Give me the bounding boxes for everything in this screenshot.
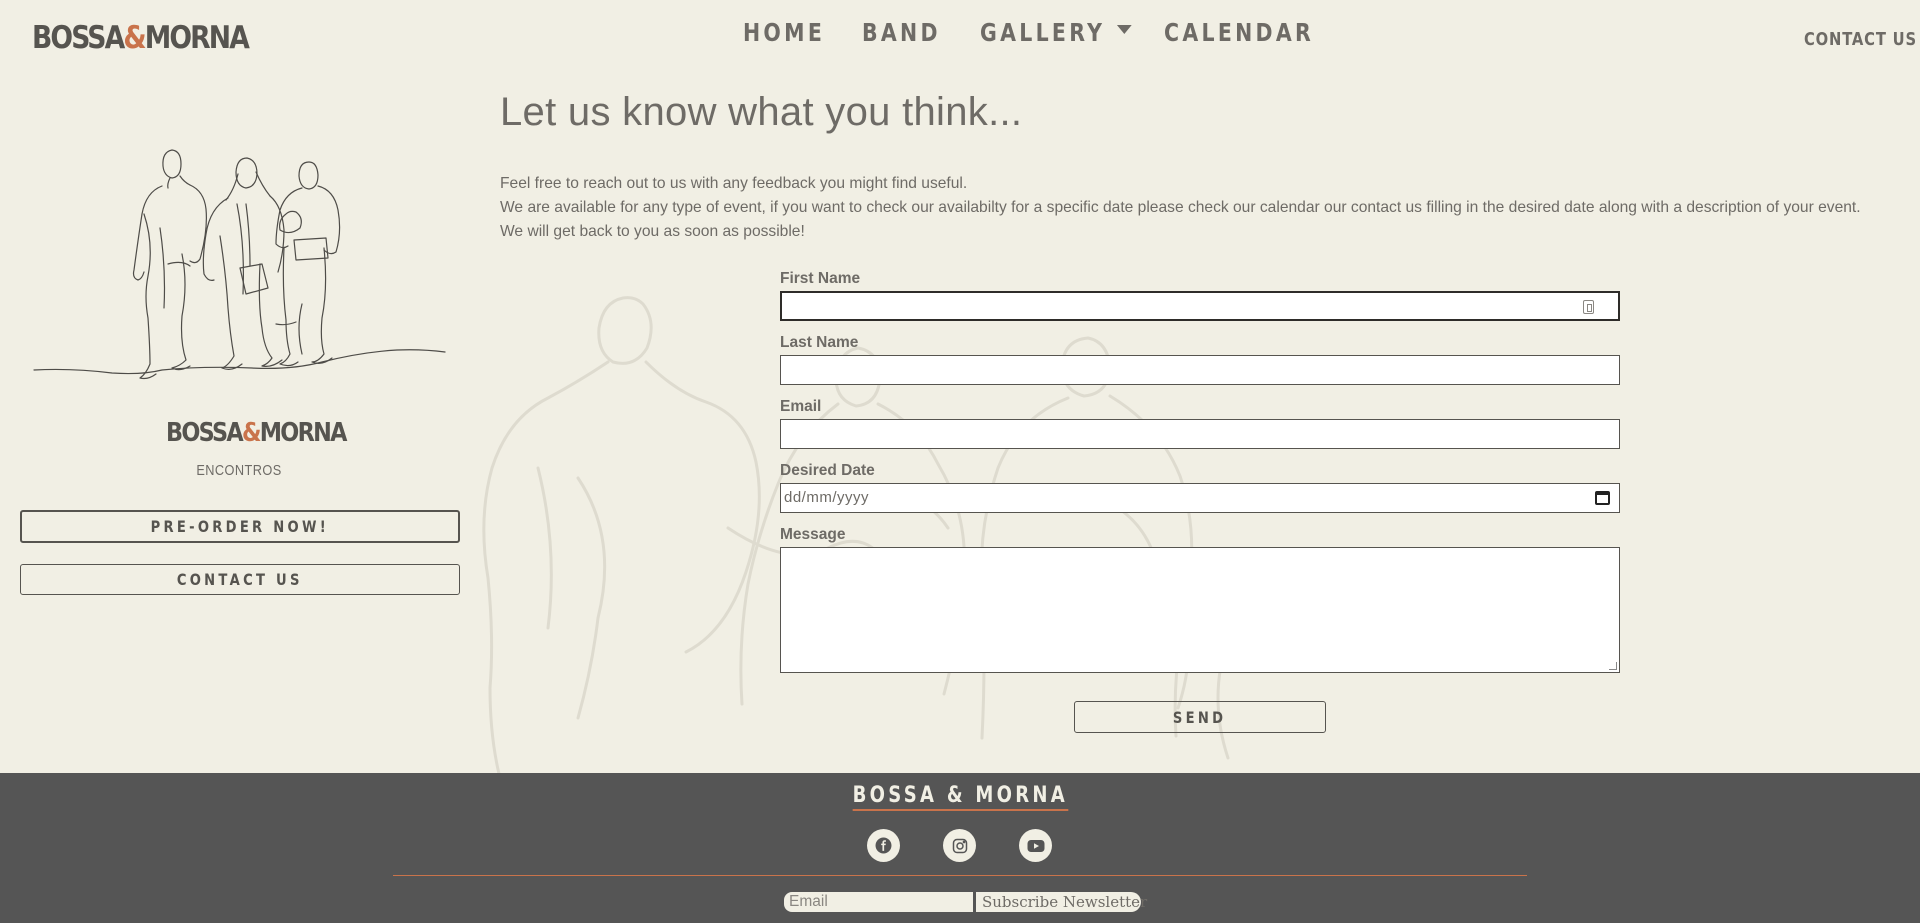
sidebar-subtitle: ENCONTROS xyxy=(196,462,282,479)
last-name-field[interactable] xyxy=(780,355,1620,385)
resize-handle-icon[interactable] xyxy=(1609,662,1617,670)
band-sketch-illustration xyxy=(33,149,446,380)
nav-band[interactable]: BAND xyxy=(862,18,941,47)
site-logo[interactable]: BOSSA&MORNA xyxy=(32,20,250,56)
desired-date-label: Desired Date xyxy=(780,462,875,479)
message-label: Message xyxy=(780,526,846,543)
youtube-icon[interactable] xyxy=(1019,829,1052,862)
intro-text: Feel free to reach out to us with any fe… xyxy=(500,172,1861,244)
first-name-field[interactable] xyxy=(780,291,1620,321)
intro-line-3: We will get back to you as soon as possi… xyxy=(500,223,805,240)
sidebar-logo: BOSSA&MORNA xyxy=(166,418,347,448)
page-title: Let us know what you think... xyxy=(500,90,1023,134)
calendar-icon[interactable] xyxy=(1595,491,1610,505)
sidebar-contact-button[interactable]: CONTACT US xyxy=(20,564,460,595)
nav-gallery[interactable]: GALLERY xyxy=(980,18,1132,47)
intro-line-1: Feel free to reach out to us with any fe… xyxy=(500,175,968,192)
first-name-label: First Name xyxy=(780,270,861,287)
instagram-icon[interactable] xyxy=(943,829,976,862)
date-placeholder: dd/mm/yyyy xyxy=(784,489,870,506)
preorder-button[interactable]: PRE-ORDER NOW! xyxy=(20,510,460,543)
desired-date-field[interactable]: dd/mm/yyyy xyxy=(780,483,1620,513)
contact-form-section: Let us know what you think... Feel free … xyxy=(478,78,1920,773)
header-contact-link[interactable]: CONTACT US xyxy=(1804,29,1917,50)
nav-calendar[interactable]: CALENDAR xyxy=(1164,18,1314,47)
send-button[interactable]: SEND xyxy=(1074,701,1326,733)
contact-form: First Name Last Name Email Desired Date … xyxy=(780,270,1620,673)
sidebar-contact-button-label: CONTACT US xyxy=(177,570,303,589)
footer-logo: BOSSA & MORNA xyxy=(0,783,1920,811)
footer-divider xyxy=(393,875,1527,876)
newsletter-email-input[interactable]: Email xyxy=(784,892,973,912)
nav-home[interactable]: HOME xyxy=(743,18,825,47)
message-field[interactable] xyxy=(780,547,1620,673)
intro-line-2: We are available for any type of event, … xyxy=(500,199,1861,216)
subscribe-newsletter-button[interactable]: Subscribe Newsletter xyxy=(976,892,1147,912)
email-field[interactable] xyxy=(780,419,1620,449)
email-label: Email xyxy=(780,398,822,415)
last-name-label: Last Name xyxy=(780,334,859,351)
preorder-button-label: PRE-ORDER NOW! xyxy=(150,517,330,536)
nav-gallery-label: GALLERY xyxy=(980,18,1106,47)
chevron-down-icon xyxy=(1116,25,1132,34)
facebook-icon[interactable] xyxy=(867,829,900,862)
send-button-label: SEND xyxy=(1173,707,1227,727)
sidebar: BOSSA&MORNA ENCONTROS PRE-ORDER NOW! CON… xyxy=(0,78,478,773)
site-header: BOSSA&MORNA HOME BAND GALLERY CALENDAR C… xyxy=(0,0,1920,78)
site-footer: BOSSA & MORNA Email Subscribe Newsletter xyxy=(0,773,1920,923)
autofill-key-icon[interactable] xyxy=(1583,300,1594,314)
